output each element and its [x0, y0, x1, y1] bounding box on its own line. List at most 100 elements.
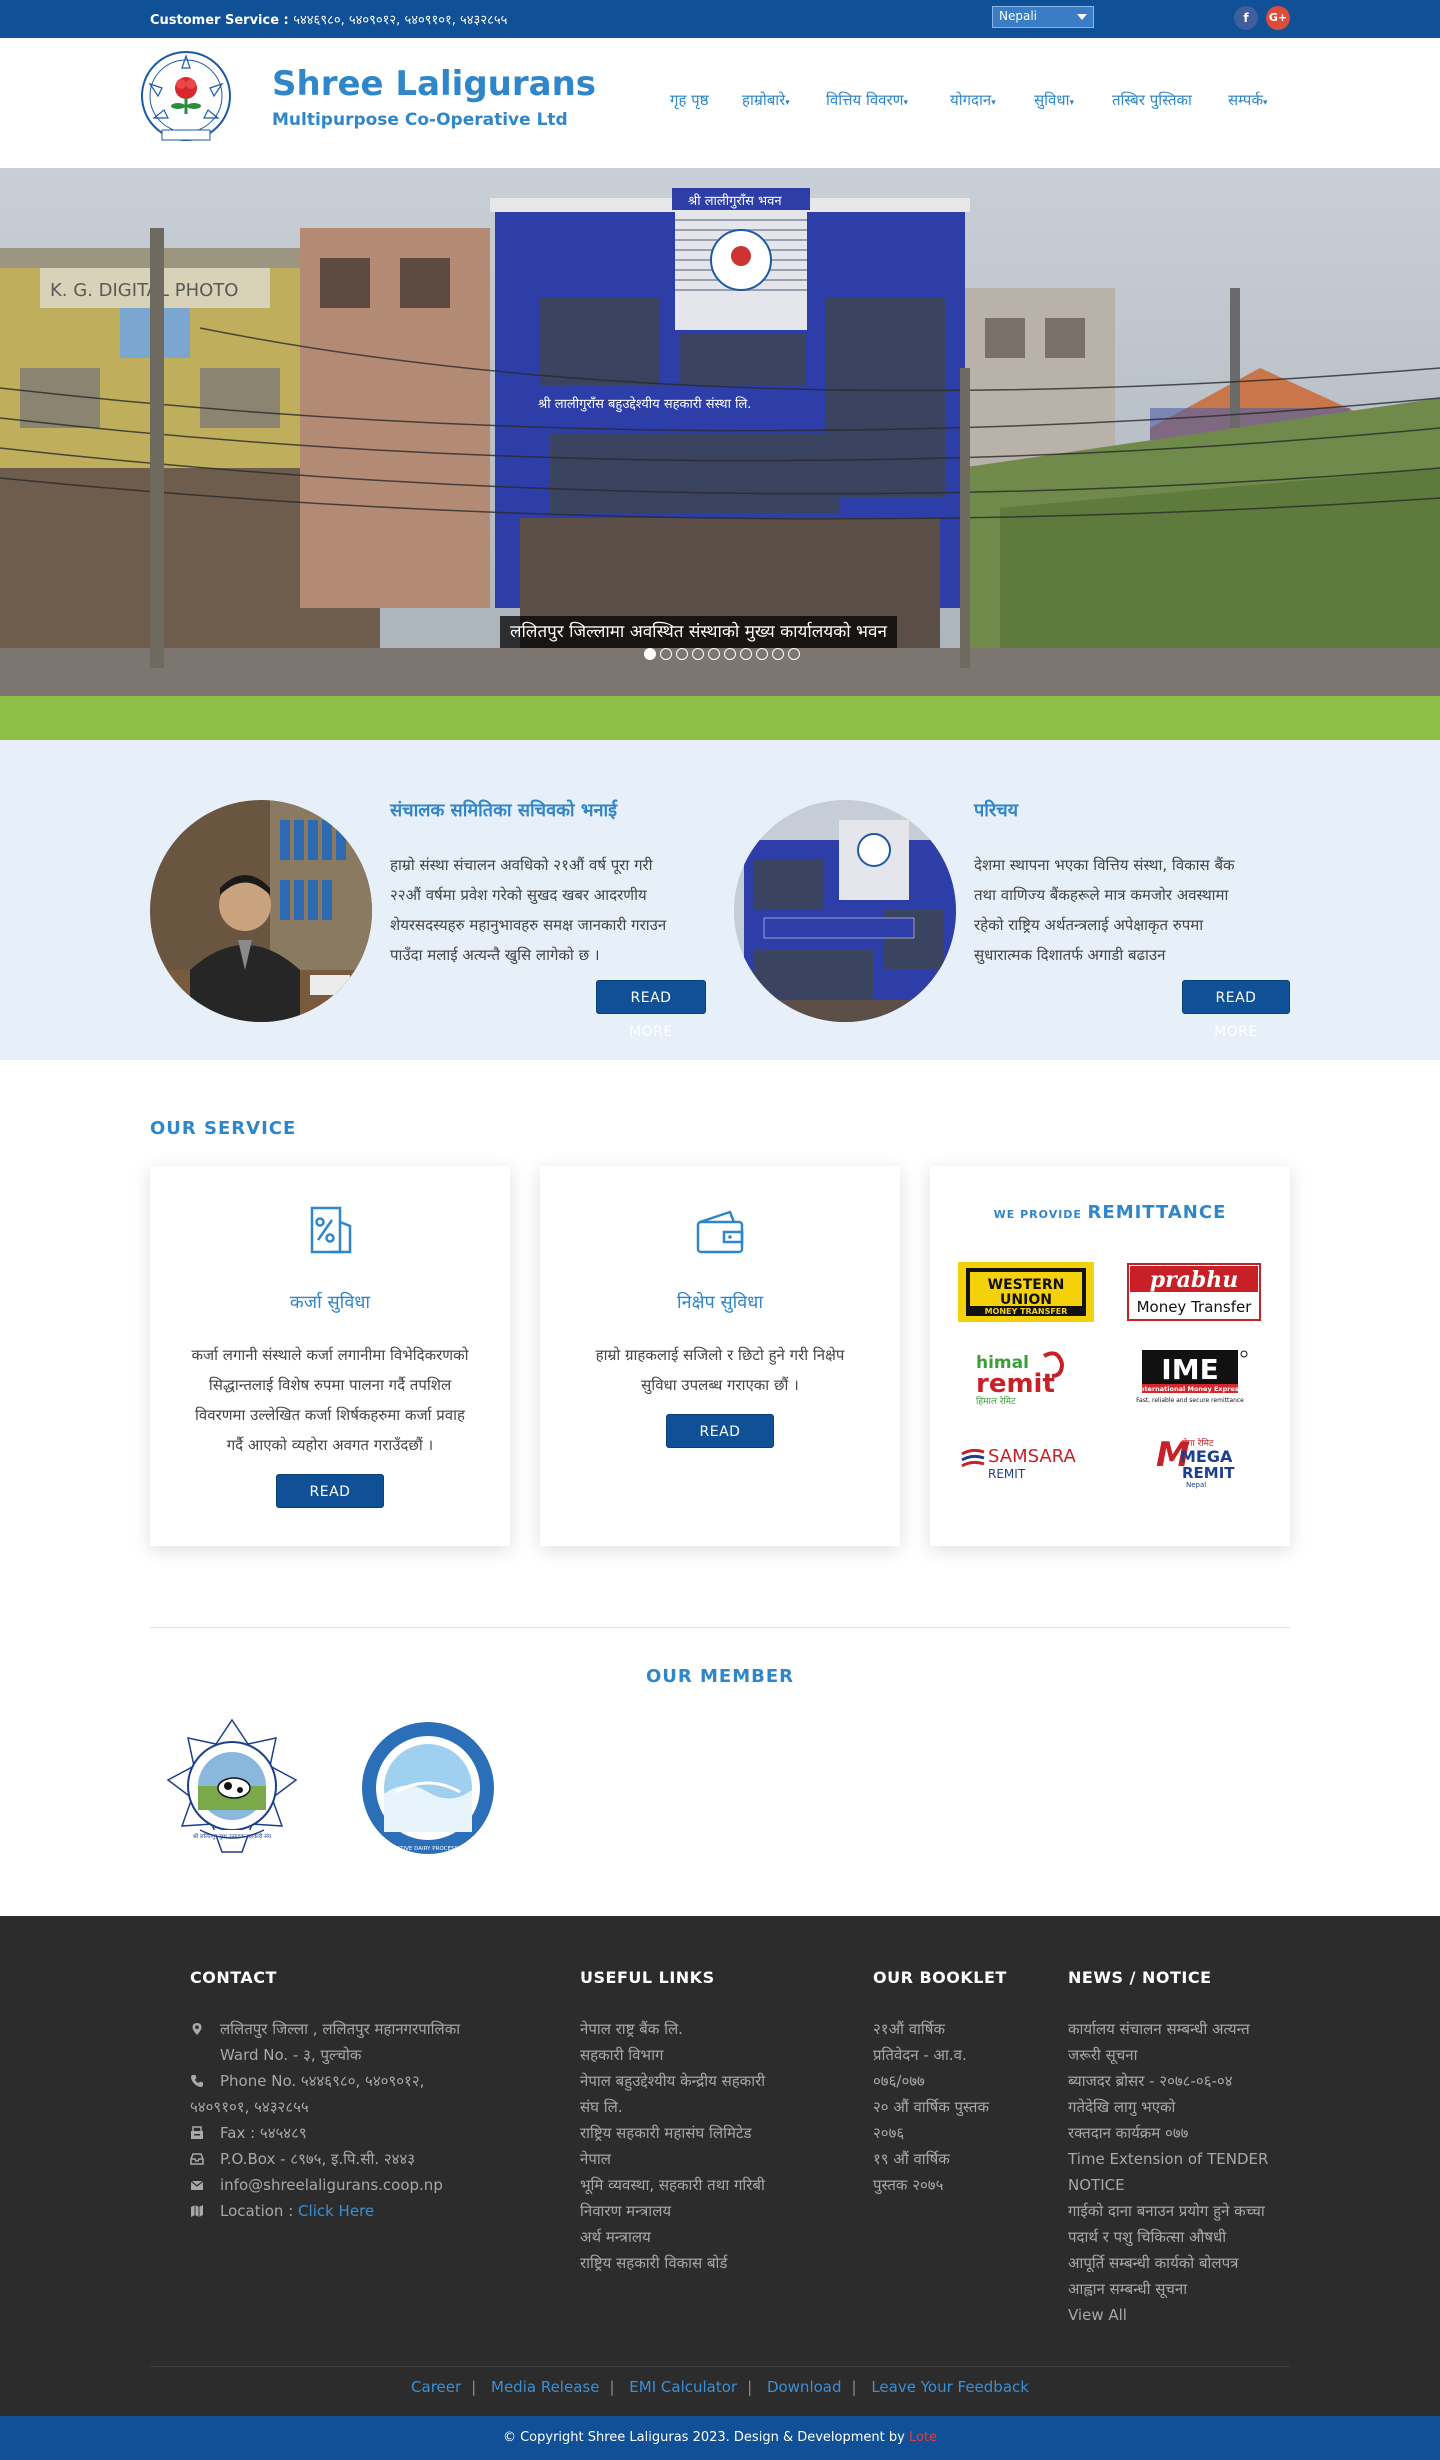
building-sign-top: श्री लालीगुराँस भवन	[688, 193, 782, 209]
footer-useful-link[interactable]: भूमि व्यवस्था, सहकारी तथा गरिबी	[580, 2172, 765, 2198]
footer-useful-link[interactable]: नेपाल राष्ट्र बैंक लि.	[580, 2016, 683, 2042]
about-read-more-button[interactable]: READ MORE	[1182, 980, 1290, 1040]
wallet-icon	[696, 1210, 744, 1254]
slider-dot[interactable]	[676, 648, 688, 660]
mega-text: REMIT	[1182, 1464, 1235, 1482]
slider-dot[interactable]	[756, 648, 768, 660]
footer-link-media-release[interactable]: Media Release	[491, 2378, 599, 2396]
footer-location: Location : Click Here	[220, 2198, 374, 2224]
member-logo-text: श्री ललितपुर दुग्ध उत्पादक सहकारी संघ	[193, 1833, 272, 1840]
footer-useful-link[interactable]: नेपाल बहुउद्देश्यीय केन्द्रीय सहकारी	[580, 2068, 765, 2094]
nav-facility[interactable]: सुविधा▾	[1034, 90, 1074, 110]
slider-dot[interactable]	[644, 648, 656, 660]
footer-news-item[interactable]: आह्वान सम्बन्धी सूचना	[1068, 2276, 1187, 2302]
footer-booklet-item[interactable]: पुस्तक २०७५	[873, 2172, 943, 2198]
cooperative-logo[interactable]	[132, 48, 240, 148]
footer-useful-link[interactable]: अर्थ मन्त्रालय	[580, 2224, 651, 2250]
developer-link[interactable]: Lote	[909, 2430, 937, 2445]
shop-sign-text: K. G. DIGITAL PHOTO	[50, 280, 238, 301]
footer-news-item[interactable]: पदार्थ र पशु चिकित्सा औषधी	[1068, 2224, 1226, 2250]
footer-news-item[interactable]: गतेदेखि लागु भएको	[1068, 2094, 1175, 2120]
western-union-text: UNION	[1000, 1292, 1052, 1308]
footer-link-feedback[interactable]: Leave Your Feedback	[871, 2378, 1029, 2396]
secretary-message-line: २२औं वर्षमा प्रवेश गरेको सुखद खबर आदरणीय	[390, 886, 647, 904]
footer-location-link[interactable]: Click Here	[298, 2202, 374, 2220]
footer-booklet-item[interactable]: २० औं वार्षिक पुस्तक	[873, 2094, 989, 2120]
nav-contact[interactable]: सम्पर्क▾	[1228, 90, 1268, 110]
footer-booklet-item[interactable]: २०७६	[873, 2120, 904, 2146]
nav-contribution[interactable]: योगदान▾	[950, 90, 996, 110]
footer-news-item[interactable]: जरूरी सूचना	[1068, 2042, 1137, 2068]
member-logo-dairy-processing[interactable]: SLM CO-OPERATIVE DAIRY PROCESSING INDUST…	[348, 1714, 508, 1862]
facebook-icon[interactable]: f	[1234, 6, 1258, 30]
himal-remit-logo[interactable]: himal remit हिमाल रेमिट	[958, 1346, 1094, 1406]
slider-dot[interactable]	[740, 648, 752, 660]
nav-gallery[interactable]: तस्बिर पुस्तिका	[1112, 90, 1192, 110]
slider-dots	[644, 648, 800, 660]
slider-dot[interactable]	[708, 648, 720, 660]
deposit-read-more-button[interactable]: READ MORE	[666, 1414, 774, 1474]
member-logo-text: SLM CO-OPERATIVE DAIRY PROCESSING INDUST…	[359, 1846, 498, 1852]
member-logo-dairy-union[interactable]: श्री ललितपुर दुग्ध उत्पादक सहकारी संघ	[152, 1714, 312, 1862]
secretary-message-line: पाउँदा मलाई अत्यन्तै खुसि लागेको छ ।	[390, 946, 600, 964]
nav-about[interactable]: हाम्रोबारे▾	[742, 90, 790, 110]
footer-phone-line: Phone No. ५४४६९८०, ५४०९०१२,	[220, 2072, 425, 2090]
prabhu-money-transfer-logo[interactable]: prabhu Money Transfer	[1126, 1262, 1262, 1322]
hero-slider[interactable]: K. G. DIGITAL PHOTO श्री लालीगुराँस भवन …	[0, 168, 1440, 696]
western-union-text: WESTERN	[988, 1277, 1065, 1293]
our-service-title: OUR SERVICE	[150, 1118, 297, 1139]
deposit-service-line: सुविधा उपलब्ध गराएका छौं ।	[641, 1376, 799, 1394]
western-union-logo[interactable]: WESTERN UNION MONEY TRANSFER	[958, 1262, 1094, 1322]
remittance-heading: REMITTANCE	[1087, 1202, 1227, 1223]
footer-news-item[interactable]: ब्याजदर ब्रोसर - २०७८-०६-०४	[1068, 2068, 1233, 2094]
samsara-remit-logo[interactable]: SAMSARA REMIT	[958, 1430, 1094, 1490]
language-select[interactable]: Nepali	[992, 6, 1094, 28]
footer-news-item[interactable]: आपूर्ति सम्बन्धी कार्यको बोलपत्र	[1068, 2250, 1238, 2276]
footer-useful-link[interactable]: निवारण मन्त्रालय	[580, 2198, 671, 2224]
footer-booklet-item[interactable]: १९ औं वार्षिक	[873, 2146, 950, 2172]
slider-dot[interactable]	[660, 648, 672, 660]
samsara-text: SAMSARA	[988, 1446, 1076, 1467]
nav-label: गृह पृष्ठ	[670, 91, 709, 109]
nav-financial[interactable]: वित्तिय विवरण▾	[826, 90, 908, 110]
site-title[interactable]: Shree Laligurans	[272, 64, 596, 104]
loan-read-more-button[interactable]: READ MORE	[276, 1474, 384, 1534]
customer-service: Customer Service : ५४४६९८०, ५४०९०१२, ५४०…	[150, 10, 507, 28]
secretary-read-more-button[interactable]: READ MORE	[596, 980, 706, 1040]
footer-booklet-item[interactable]: २१औं वार्षिक	[873, 2016, 945, 2042]
footer-news-item[interactable]: Time Extension of TENDER	[1068, 2146, 1268, 2172]
chevron-down-icon: ▾	[1262, 98, 1268, 108]
loan-service-line: विवरणमा उल्लेखित कर्जा शिर्षकहरुमा कर्जा…	[195, 1406, 465, 1424]
ime-text: Fast, reliable and secure remittance	[1136, 1397, 1244, 1404]
slider-dot[interactable]	[772, 648, 784, 660]
footer-news-item[interactable]: रक्तदान कार्यक्रम ०७७	[1068, 2120, 1188, 2146]
secretary-message-line: हाम्रो संस्था संचालन अवधिको २१औं वर्ष पू…	[390, 856, 653, 874]
footer-useful-link[interactable]: राष्ट्रिय सहकारी विकास बोर्ड	[580, 2250, 727, 2276]
footer-news-item[interactable]: कार्यालय संचालन सम्बन्धी अत्यन्त	[1068, 2016, 1250, 2042]
footer-useful-link[interactable]: सहकारी विभाग	[580, 2042, 663, 2068]
footer-booklet-title: OUR BOOKLET	[873, 1968, 1007, 1987]
ime-logo[interactable]: IME International Money Express Fast, re…	[1126, 1346, 1262, 1406]
about-line: सुधारात्मक दिशातर्फ अगाडी बढाउन	[974, 946, 1166, 964]
footer-booklet-item[interactable]: प्रतिवेदन - आ.व.	[873, 2042, 967, 2068]
google-plus-icon[interactable]: G+	[1266, 6, 1290, 30]
nav-label: तस्बिर पुस्तिका	[1112, 91, 1192, 109]
footer-booklet-item[interactable]: ०७६/०७७	[873, 2068, 925, 2094]
footer-link-download[interactable]: Download	[767, 2378, 842, 2396]
slider-dot[interactable]	[692, 648, 704, 660]
footer-useful-link[interactable]: राष्ट्रिय सहकारी महासंघ लिमिटेड	[580, 2120, 752, 2146]
footer-email[interactable]: info@shreelaligurans.coop.np	[220, 2172, 443, 2198]
footer-useful-links-title: USEFUL LINKS	[580, 1968, 715, 1987]
footer-useful-link[interactable]: संघ लि.	[580, 2094, 623, 2120]
footer-link-emi-calculator[interactable]: EMI Calculator	[629, 2378, 737, 2396]
envelope-icon	[190, 2180, 204, 2190]
mega-remit-logo[interactable]: मेगा रेमिट M MEGA REMIT Nepal	[1126, 1430, 1262, 1490]
footer-news-item[interactable]: NOTICE	[1068, 2172, 1125, 2198]
footer-view-all-link[interactable]: View All	[1068, 2302, 1127, 2328]
footer-useful-link[interactable]: नेपाल	[580, 2146, 611, 2172]
footer-news-item[interactable]: गाईको दाना बनाउन प्रयोग हुने कच्चा	[1068, 2198, 1265, 2224]
slider-dot[interactable]	[788, 648, 800, 660]
nav-home[interactable]: गृह पृष्ठ	[670, 90, 709, 110]
footer-link-career[interactable]: Career	[411, 2378, 461, 2396]
slider-dot[interactable]	[724, 648, 736, 660]
